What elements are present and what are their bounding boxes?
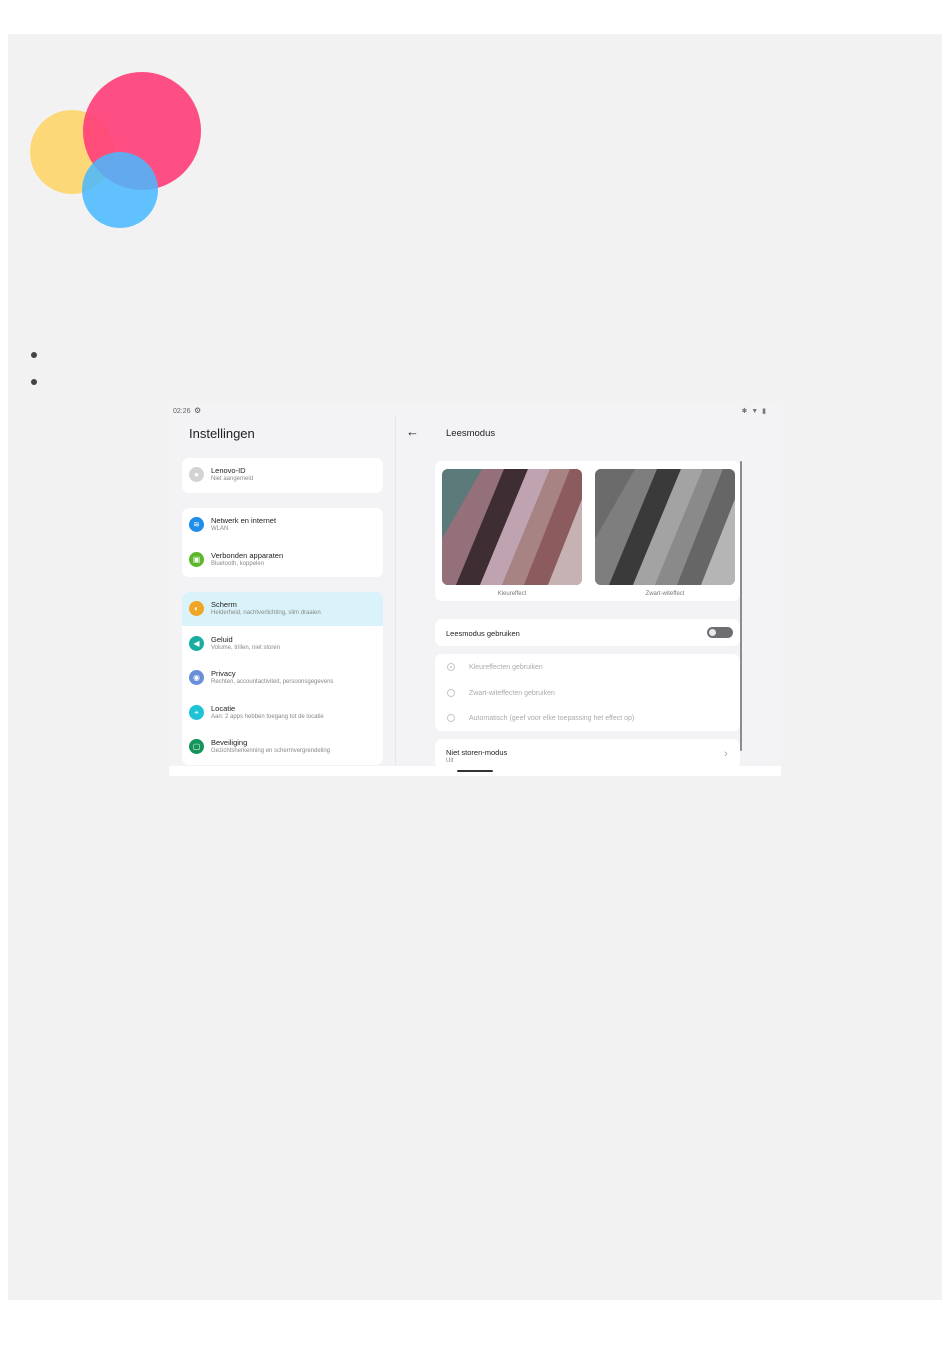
- use-reading-mode-row[interactable]: Leesmodus gebruiken: [435, 619, 740, 646]
- settings-item-title: Lenovo-ID: [211, 466, 246, 475]
- settings-item-display[interactable]: ◐ Scherm Helderheid, nachtverlichting, sli…: [182, 592, 383, 626]
- settings-item-title: Verbonden apparaten: [211, 550, 284, 560]
- radio-button[interactable]: [447, 663, 455, 671]
- settings-item-title: Scherm: [211, 600, 237, 609]
- effect-options-card: Kleureffecten gebruiken Zwart-witeffecten…: [435, 654, 740, 731]
- home-indicator[interactable]: [457, 770, 493, 772]
- reading-mode-title: Leesmodus: [446, 428, 496, 439]
- settings-item-subtitle: Rechten, accountactiviteit, persoonsgege…: [211, 679, 334, 686]
- settings-item-title: Netwerk en internet: [211, 516, 277, 525]
- settings-item-subtitle: Niet aangemeld: [211, 476, 254, 482]
- preview-card: Kleureffect Zwart-witeffect: [435, 461, 740, 601]
- navigation-bar: [169, 766, 781, 776]
- status-time: 02:26: [173, 408, 191, 415]
- radio-button[interactable]: [447, 714, 455, 722]
- lock-icon: ▢: [189, 739, 204, 755]
- settings-title: Instellingen: [189, 426, 255, 441]
- settings-item-location[interactable]: ⌖ Locatie Aan: 2 apps hebben toegang tot d…: [182, 696, 383, 730]
- settings-item-security[interactable]: ▢ Beveiliging Gezichtsherkenning en scherm…: [182, 730, 383, 764]
- bullet-point: [31, 352, 37, 358]
- toggle-knob: [709, 629, 716, 636]
- bullet-point: [31, 379, 37, 385]
- settings-item-subtitle: Gezichtsherkenning en schermvergrendelin…: [211, 748, 331, 755]
- dnd-status: Uit: [446, 758, 454, 764]
- settings-item-subtitle: Helderheid, nachtverlichting, slim draai…: [211, 610, 321, 616]
- pane-divider: [395, 416, 396, 766]
- location-icon: ⌖: [189, 704, 204, 720]
- privacy-icon: ◉: [189, 670, 204, 686]
- settings-item-network[interactable]: ≋ Netwerk en internet WLAN: [182, 508, 383, 542]
- radio-option-label: Kleureffecten gebruiken: [469, 664, 543, 671]
- settings-item-lenovo-id[interactable]: ● Lenovo-ID Niet aangemeld: [182, 458, 383, 492]
- scrollbar[interactable]: [740, 461, 742, 751]
- dnd-title: Niet storen-modus: [446, 748, 508, 757]
- settings-item-title: Beveiliging: [211, 738, 248, 748]
- use-reading-mode-label: Leesmodus gebruiken: [446, 629, 520, 638]
- sound-icon: ◀: [189, 635, 204, 651]
- avatar-icon: ●: [189, 467, 204, 482]
- color-effect-preview[interactable]: [442, 469, 582, 585]
- settings-item-title: Geluid: [211, 634, 233, 644]
- gear-icon: ⚙: [194, 406, 202, 415]
- dnd-row[interactable]: Niet storen-modus Uit ›: [435, 739, 740, 769]
- chevron-right-icon: ›: [724, 748, 728, 760]
- settings-item-privacy[interactable]: ◉ Privacy Rechten, accountactiviteit, pers…: [182, 661, 383, 695]
- settings-item-subtitle: Volume, trillen, niet storen: [211, 644, 281, 651]
- settings-item-subtitle: Bluetooth, koppelen: [211, 560, 265, 567]
- devices-icon: ▣: [189, 551, 204, 567]
- status-bar: 02:26 ⚙ ✱ ▼ ▮: [169, 404, 781, 420]
- brand-logo: [30, 72, 201, 228]
- settings-card: ◐ Scherm Helderheid, nachtverlichting, sli…: [182, 592, 383, 765]
- radio-button[interactable]: [447, 688, 455, 697]
- settings-card: ● Lenovo-ID Niet aangemeld: [182, 458, 383, 493]
- settings-item-sound[interactable]: ◀ Geluid Volume, trillen, niet storen: [182, 627, 383, 661]
- settings-item-subtitle: Aan: 2 apps hebben toegang tot de locati…: [211, 713, 324, 720]
- display-icon: ◐: [189, 601, 204, 616]
- settings-item-connected-devices[interactable]: ▣ Verbonden apparaten Bluetooth, koppelen: [182, 543, 383, 577]
- bw-effect-preview[interactable]: [595, 469, 735, 585]
- reading-mode-toggle[interactable]: [707, 627, 733, 638]
- radio-option-label: Automatisch (geef voor elke toepassing h…: [469, 715, 635, 722]
- radio-option-label: Zwart-witeffecten gebruiken: [469, 689, 555, 697]
- back-arrow-icon[interactable]: ←: [406, 424, 419, 439]
- status-icons: ✱ ▼ ▮: [741, 408, 767, 415]
- settings-item-title: Locatie: [211, 703, 236, 713]
- bw-effect-label: Zwart-witeffect: [645, 591, 685, 597]
- color-effect-label: Kleureffect: [497, 591, 527, 597]
- settings-item-title: Privacy: [211, 669, 236, 679]
- settings-screenshot: 02:26 ⚙ ✱ ▼ ▮ Instellingen ● Lenovo-ID Nie…: [169, 404, 781, 776]
- settings-card: ≋ Netwerk en internet WLAN ▣ Verbonden appar…: [182, 508, 383, 578]
- wifi-icon: ≋: [189, 517, 204, 532]
- settings-item-subtitle: WLAN: [211, 526, 229, 532]
